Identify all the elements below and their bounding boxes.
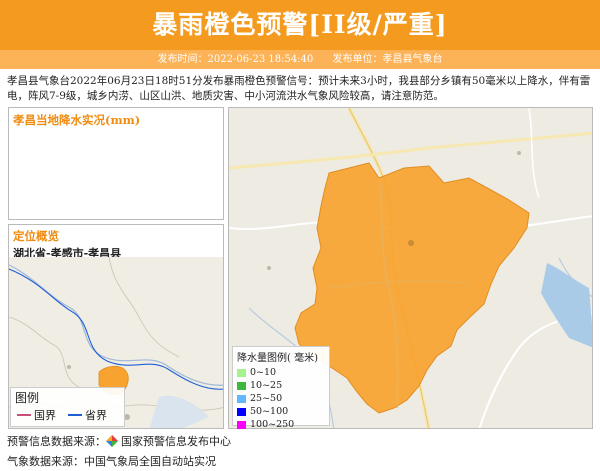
rain-swatch-4	[237, 420, 246, 429]
weather-source-line: 气象数据来源：中国气象局全国自动站实况	[7, 455, 216, 468]
warning-header: 暴雨橙色预警[II级/严重] 发布时间：2022-06-23 18:54:40 …	[0, 0, 600, 69]
warning-title: 暴雨橙色预警[II级/严重]	[152, 10, 448, 39]
provincial-border-label: 省界	[85, 409, 107, 422]
warning-source-name[interactable]: 国家预警信息发布中心	[121, 435, 231, 448]
overview-legend: 图例 国界 省界	[10, 387, 125, 427]
publish-meta-bar: 发布时间：2022-06-23 18:54:40 发布单位：孝昌县气象台	[0, 50, 600, 69]
publish-time: 发布时间：2022-06-23 18:54:40	[157, 54, 314, 65]
provincial-border-swatch	[68, 414, 82, 416]
overview-legend-title: 图例	[15, 391, 40, 405]
rainfall-legend-item: 0~10	[233, 366, 329, 379]
rain-panel-title: 孝昌当地降水实况(mm)	[13, 113, 141, 127]
overview-legend-items: 国界 省界	[11, 407, 124, 423]
warning-source-label: 预警信息数据来源：	[7, 435, 106, 448]
rainfall-legend-item: 10~25	[233, 379, 329, 392]
rainfall-legend-title: 降水量图例( 毫米)	[237, 353, 318, 364]
rain-swatch-0	[237, 368, 246, 377]
rain-swatch-1	[237, 381, 246, 390]
national-border-label: 国界	[34, 409, 56, 422]
rain-label-2: 25~50	[250, 393, 283, 404]
rain-observation-panel: 孝昌当地降水实况(mm)	[8, 107, 224, 220]
rain-swatch-2	[237, 394, 246, 403]
warning-source-line: 预警信息数据来源： 国家预警信息发布中心	[7, 433, 231, 449]
publish-unit: 发布单位：孝昌县气象台	[332, 54, 443, 65]
warning-description: 孝昌县气象台2022年06月23日18时51分发布暴雨橙色预警信号：预计未来3小…	[7, 75, 591, 102]
rainfall-legend-item: 50~100	[233, 405, 329, 418]
release-center-logo-icon	[106, 435, 118, 447]
rain-swatch-3	[237, 407, 246, 416]
rainfall-legend-item: 25~50	[233, 392, 329, 405]
national-border-swatch	[17, 414, 31, 416]
rain-label-4: 100~250	[250, 419, 295, 430]
rain-label-3: 50~100	[250, 406, 289, 417]
rain-label-0: 0~10	[250, 367, 277, 378]
locate-panel-title: 定位概览	[13, 229, 59, 243]
rainfall-legend: 降水量图例( 毫米) 0~10 10~25 25~50 50~100 100~2…	[232, 346, 330, 430]
rain-label-1: 10~25	[250, 380, 283, 391]
rainfall-legend-item: 100~250	[233, 418, 329, 431]
